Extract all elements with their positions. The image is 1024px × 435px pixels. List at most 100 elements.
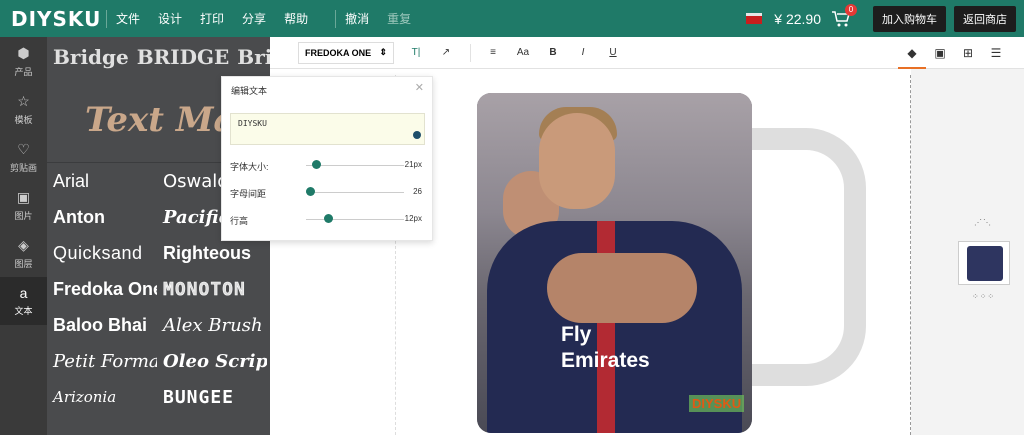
undo-button[interactable]: 撤消 bbox=[345, 10, 369, 27]
redo-button[interactable]: 重复 bbox=[387, 10, 411, 27]
back-to-shop-button[interactable]: 返回商店 bbox=[954, 5, 1016, 32]
font-select-value: FREDOKA ONE bbox=[305, 47, 372, 58]
line-height-row: 行高 12px bbox=[230, 213, 430, 227]
menu-print[interactable]: 打印 bbox=[200, 10, 224, 27]
font-size-label: 字体大小: bbox=[230, 162, 269, 172]
font-style-bridge-3[interactable]: Bridge bbox=[237, 45, 270, 69]
nav-label: 图层 bbox=[14, 258, 33, 269]
font-option[interactable]: Fredoka One bbox=[47, 271, 157, 307]
menu-design[interactable]: 设计 bbox=[158, 10, 182, 27]
cart-badge: 0 bbox=[845, 3, 857, 16]
price-label: ¥ 22.90 bbox=[774, 10, 821, 27]
star-icon: ☆ bbox=[17, 92, 30, 109]
cart-icon[interactable]: 0 bbox=[831, 3, 857, 28]
align-tool[interactable]: ≡ bbox=[485, 47, 501, 58]
updown-icon: ⇕ bbox=[379, 47, 387, 57]
grid-icon[interactable]: ⊞ bbox=[954, 46, 982, 60]
mug-handle bbox=[738, 128, 866, 386]
font-size-row: 字体大小: 21px bbox=[230, 159, 430, 173]
print-area-guide bbox=[910, 75, 911, 435]
font-size-slider[interactable] bbox=[311, 160, 321, 169]
nav-label: 剪贴画 bbox=[9, 162, 37, 173]
line-height-slider[interactable] bbox=[323, 214, 333, 223]
letter-spacing-value: 26 bbox=[413, 187, 422, 196]
nav-item-products[interactable]: ⬢ 产品 bbox=[0, 37, 47, 85]
layer-order-icon[interactable]: ▣ bbox=[926, 46, 954, 60]
font-option[interactable]: Baloo Bhai bbox=[47, 307, 157, 343]
logo: DIYSKU bbox=[11, 6, 102, 31]
letter-spacing-label: 字母间距 bbox=[230, 189, 267, 199]
image-icon: ▣ bbox=[16, 188, 31, 205]
line-height-track[interactable] bbox=[306, 219, 404, 220]
next-view-icon[interactable]: ⁘⁘⁘ bbox=[972, 292, 995, 301]
divider bbox=[470, 43, 471, 62]
nav-item-layers[interactable]: ◈ 图层 bbox=[0, 229, 47, 277]
mug-print-image[interactable]: Fly Emirates DIYSKU bbox=[477, 93, 752, 433]
divider bbox=[335, 9, 337, 28]
font-option[interactable]: Anton bbox=[47, 199, 157, 235]
letter-spacing-track[interactable] bbox=[306, 192, 404, 193]
view-thumbnail[interactable] bbox=[958, 241, 1010, 285]
nav-item-templates[interactable]: ☆ 模板 bbox=[0, 85, 47, 133]
popup-title: 编辑文本 bbox=[231, 86, 268, 96]
font-size-tool[interactable]: Aa bbox=[515, 47, 531, 58]
fill-icon[interactable]: ◆ bbox=[898, 37, 926, 69]
toolbar-right: ◆ ▣ ⊞ ☰ bbox=[898, 37, 1010, 69]
close-icon[interactable]: ✕ bbox=[415, 81, 424, 94]
font-style-bridge-2[interactable]: BRIDGE bbox=[137, 45, 230, 69]
curve-text-tool[interactable]: ↗ bbox=[438, 47, 454, 58]
mug-text-layer[interactable]: DIYSKU bbox=[689, 395, 745, 412]
font-option[interactable]: Petit Formal bbox=[47, 343, 157, 379]
font-size-value: 21px bbox=[404, 160, 422, 169]
letter-spacing-slider[interactable] bbox=[306, 187, 315, 196]
font-style-row: Bridge BRIDGE Bridge bbox=[47, 37, 270, 77]
history-menu: 撤消 重复 bbox=[345, 10, 429, 27]
language-flag-icon[interactable] bbox=[746, 13, 763, 24]
font-option[interactable]: Oleo Script S bbox=[157, 343, 267, 379]
menu-share[interactable]: 分享 bbox=[242, 10, 266, 27]
nav-item-clipart[interactable]: ♡ 剪贴画 bbox=[0, 133, 47, 181]
photo-arms bbox=[547, 253, 697, 323]
font-style-bridge-1[interactable]: Bridge bbox=[53, 45, 129, 69]
menu-help[interactable]: 帮助 bbox=[284, 10, 308, 27]
letter-spacing-row: 字母间距 26 bbox=[230, 186, 430, 200]
shirt-sponsor-line2: Emirates bbox=[561, 349, 650, 372]
text-toolbar: FREDOKA ONE ⇕ T| ↗ ≡ Aa B I U ◆ ▣ ⊞ ☰ bbox=[270, 37, 1024, 69]
add-to-cart-button[interactable]: 加入购物车 bbox=[873, 5, 946, 32]
bold-button[interactable]: B bbox=[545, 47, 561, 58]
text-edit-tool[interactable]: T| bbox=[408, 47, 424, 58]
layers-icon: ◈ bbox=[18, 236, 29, 253]
heart-icon: ♡ bbox=[17, 140, 30, 157]
divider bbox=[106, 9, 107, 28]
nav-label: 产品 bbox=[14, 66, 33, 77]
shirt-sponsor-line1: Fly bbox=[561, 323, 592, 346]
top-bar: DIYSKU 文件 设计 打印 分享 帮助 撤消 重复 ¥ 22.90 0 加入… bbox=[0, 0, 1024, 37]
edit-text-popup: 编辑文本 ✕ DIYSKU 字体大小: 21px 字母间距 26 行高 12px bbox=[221, 76, 433, 241]
font-option[interactable]: Alex Brush bbox=[157, 307, 267, 343]
menu-file[interactable]: 文件 bbox=[116, 10, 140, 27]
nav-item-text[interactable]: a 文本 bbox=[0, 277, 47, 325]
text-input[interactable]: DIYSKU bbox=[230, 113, 425, 145]
prev-view-icon[interactable]: ⋰⋱ bbox=[974, 218, 992, 227]
font-option[interactable]: MONOTON bbox=[157, 271, 267, 307]
text-icon: a bbox=[19, 285, 28, 301]
font-option[interactable]: Arial bbox=[47, 163, 157, 199]
line-height-value: 12px bbox=[404, 214, 422, 223]
top-right-area: ¥ 22.90 0 加入购物车 返回商店 bbox=[746, 0, 1016, 37]
nav-label: 模板 bbox=[14, 114, 33, 125]
font-option[interactable]: Arizonia bbox=[47, 379, 157, 415]
nav-item-images[interactable]: ▣ 图片 bbox=[0, 181, 47, 229]
photo-face bbox=[539, 113, 615, 209]
underline-button[interactable]: U bbox=[605, 47, 621, 58]
thumbnail-image bbox=[967, 246, 1003, 281]
cube-icon: ⬢ bbox=[17, 44, 30, 61]
font-select[interactable]: FREDOKA ONE ⇕ bbox=[298, 41, 394, 64]
line-height-label: 行高 bbox=[230, 216, 249, 226]
color-picker-icon[interactable] bbox=[413, 131, 421, 139]
nav-label: 图片 bbox=[14, 210, 33, 221]
font-option[interactable]: BUNGEE bbox=[157, 379, 267, 415]
font-option[interactable]: Quicksand bbox=[47, 235, 157, 271]
adjust-icon[interactable]: ☰ bbox=[982, 46, 1010, 60]
italic-button[interactable]: I bbox=[575, 47, 591, 58]
main-menu: 文件 设计 打印 分享 帮助 bbox=[116, 10, 326, 27]
